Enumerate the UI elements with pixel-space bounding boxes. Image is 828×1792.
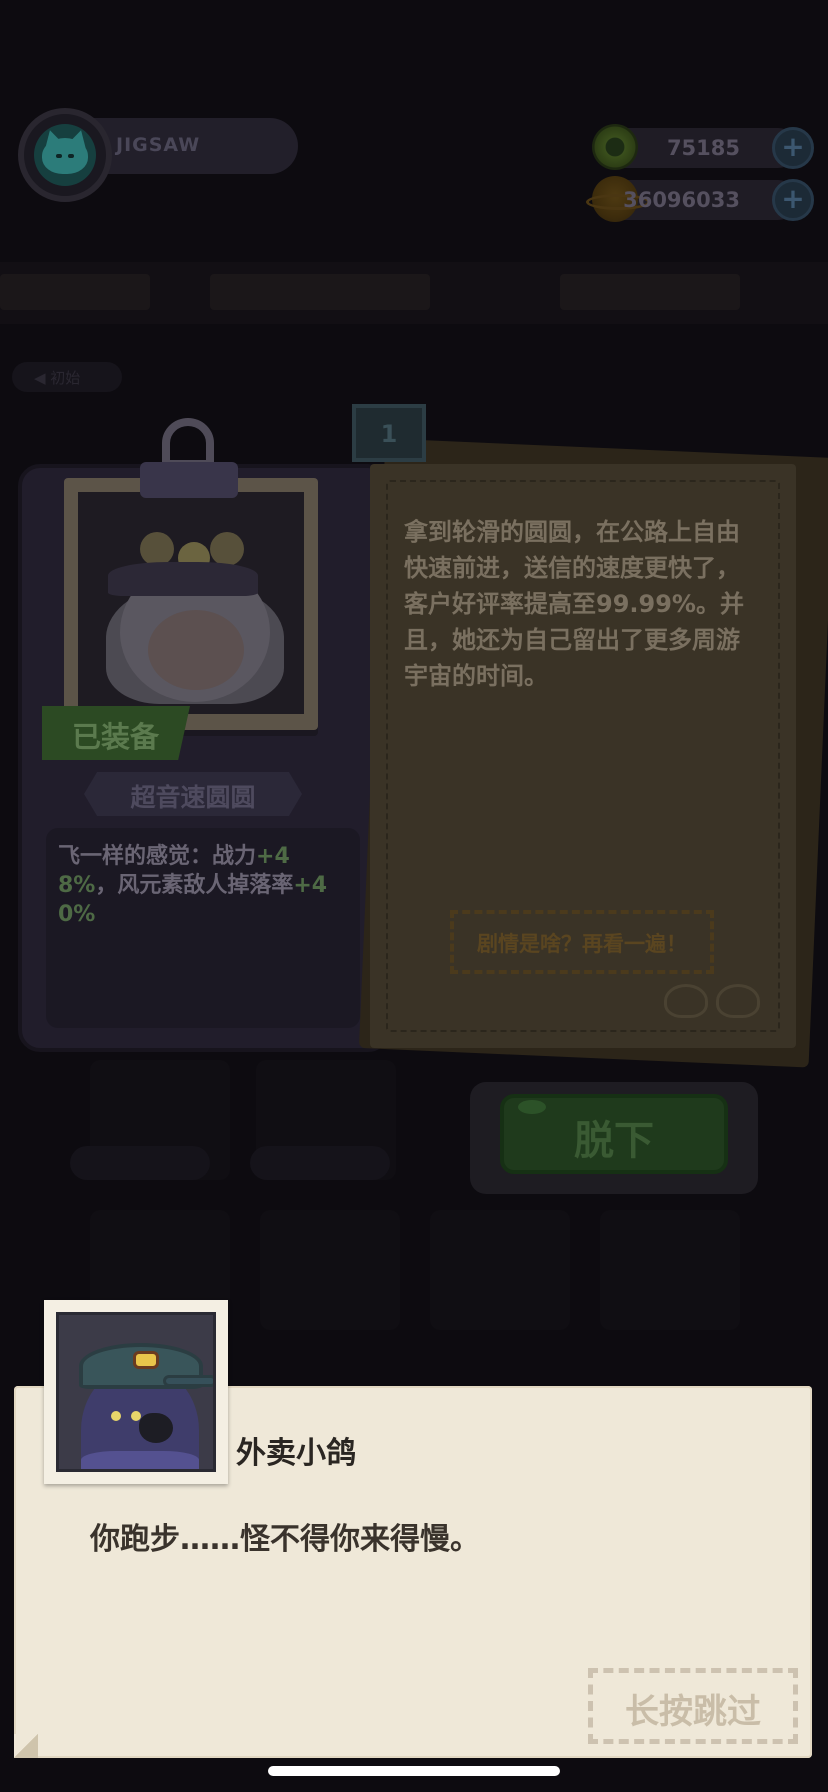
equipped-label: 已装备: [72, 720, 160, 754]
add-coins-button[interactable]: +: [772, 179, 814, 221]
add-gems-button[interactable]: +: [772, 127, 814, 169]
donut-gem-icon: [592, 124, 638, 170]
player-avatar[interactable]: [18, 108, 112, 202]
skin-effect-text: 飞一样的感觉：战力+48%，风元素敌人掉落率+40%: [58, 842, 348, 929]
dialog-line: 你跑步……怪不得你来得慢。: [90, 1522, 480, 1557]
unequip-label: 脱下: [574, 1118, 654, 1164]
screen: JIGSAW 75185 + 36096033 + ◀ 初始 已装备 超音速圆圆…: [0, 0, 828, 1792]
skin-photo-frame: [64, 478, 318, 730]
page-tab-number: 1: [380, 420, 398, 448]
pigeon-courier-portrait: [56, 1312, 216, 1472]
skin-portrait: [78, 492, 304, 714]
effect-middle: ，风元素敌人掉落率: [95, 873, 294, 898]
background-card: [430, 1210, 570, 1330]
player-name: JIGSAW: [116, 134, 201, 156]
background-tab: ◀ 初始: [12, 362, 122, 392]
background-pill: [250, 1146, 390, 1180]
coin-count: 36096033: [623, 188, 740, 212]
background-pill: [70, 1146, 210, 1180]
page-tab[interactable]: 1: [352, 404, 426, 462]
speaker-name: 外卖小鸽: [236, 1436, 356, 1471]
speaker-portrait-frame: [44, 1300, 228, 1484]
binder-clip-icon: [140, 418, 238, 498]
background-toolbar: [0, 262, 828, 324]
cat-avatar-icon: [34, 124, 96, 186]
bunny-doodle-icon: [716, 984, 760, 1018]
home-indicator[interactable]: [268, 1766, 560, 1776]
background-card: [260, 1210, 400, 1330]
background-card: [600, 1210, 740, 1330]
effect-prefix: 飞一样的感觉：战力: [58, 844, 257, 869]
hold-to-skip-label: 长按跳过: [625, 1692, 761, 1732]
replay-story-label: 剧情是啥？再看一遍！: [477, 932, 687, 956]
bunny-doodle-icon: [664, 984, 708, 1018]
skin-name: 超音速圆圆: [130, 783, 256, 812]
skin-story-text: 拿到轮滑的圆圆，在公路上自由快速前进，送信的速度更快了，客户好评率提高至99.9…: [404, 518, 744, 690]
background-tab-label: ◀ 初始: [34, 369, 81, 387]
gem-count: 75185: [666, 136, 740, 160]
